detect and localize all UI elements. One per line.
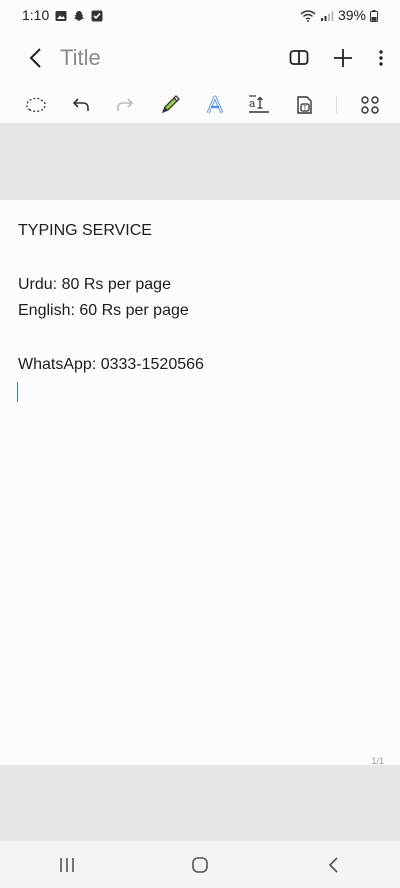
toolbar-divider (336, 95, 338, 114)
note-title[interactable]: Title (60, 45, 288, 71)
text-style-icon (206, 95, 223, 114)
checkbox-icon (91, 9, 103, 22)
text-style-button[interactable] (203, 93, 227, 117)
add-icon (334, 49, 352, 67)
signal-icon (320, 9, 334, 21)
svg-text:a: a (249, 98, 256, 110)
note-header: Title (0, 30, 400, 86)
redo-icon (117, 97, 134, 111)
more-tools-button[interactable] (358, 93, 382, 117)
more-tools-icon (361, 95, 379, 114)
status-left: 1:10 (22, 7, 103, 23)
battery-icon (370, 9, 378, 22)
undo-button[interactable] (69, 93, 93, 117)
note-line[interactable]: English: 60 Rs per page (18, 302, 189, 320)
note-line[interactable]: WhatsApp: 0333-1520566 (18, 356, 204, 374)
undo-icon (72, 97, 89, 111)
add-button[interactable] (332, 47, 354, 69)
page-margin-top (0, 124, 400, 200)
pen-icon (161, 94, 180, 113)
note-line[interactable]: TYPING SERVICE (18, 222, 152, 240)
nav-back-icon (329, 856, 338, 873)
home-button[interactable] (185, 850, 215, 880)
back-icon (29, 48, 41, 68)
gallery-icon (55, 9, 67, 21)
redo-button[interactable] (113, 93, 137, 117)
pen-button[interactable] (158, 93, 182, 117)
header-actions (288, 47, 386, 69)
book-view-button[interactable] (288, 47, 310, 69)
editor-toolbar: a T (0, 86, 400, 124)
book-view-icon (289, 50, 309, 65)
recent-apps-icon (59, 857, 74, 872)
back-button[interactable] (22, 45, 48, 71)
lasso-button[interactable] (24, 93, 48, 117)
nav-back-button[interactable] (318, 850, 348, 880)
recent-apps-button[interactable] (52, 850, 82, 880)
status-bar: 1:10 39% (0, 0, 400, 30)
home-icon (192, 856, 208, 873)
text-box-icon: T (297, 95, 312, 114)
more-options-icon (379, 50, 383, 66)
status-time: 1:10 (22, 7, 50, 23)
more-options-button[interactable] (376, 47, 386, 69)
lasso-icon (26, 97, 46, 112)
battery-percent: 39% (337, 7, 366, 23)
text-box-button[interactable]: T (292, 93, 316, 117)
text-cursor (17, 382, 18, 402)
navigation-bar (0, 841, 400, 888)
status-right: 39% (300, 7, 378, 23)
text-size-button[interactable]: a (247, 93, 271, 117)
text-size-icon: a (249, 94, 270, 113)
wifi-icon (300, 9, 316, 22)
svg-text:T: T (303, 105, 307, 112)
page-margin-bottom (0, 765, 400, 841)
snapchat-icon (73, 9, 85, 21)
note-line[interactable]: Urdu: 80 Rs per page (18, 276, 171, 294)
